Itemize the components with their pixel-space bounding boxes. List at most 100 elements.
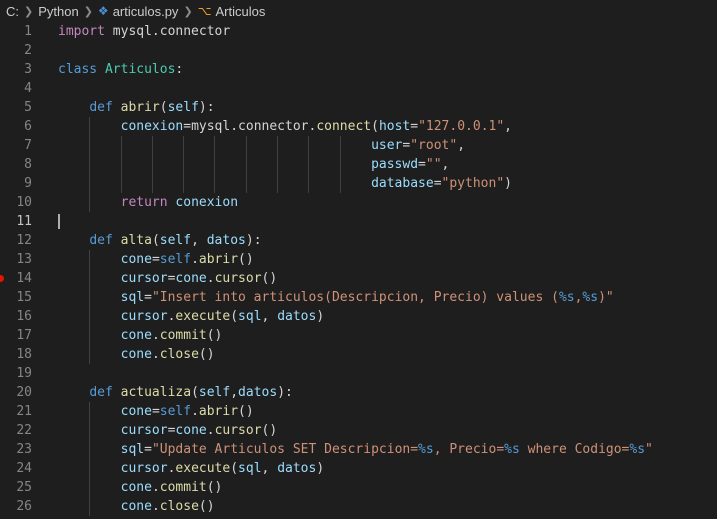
code-line[interactable]: 23 sql="Update Articulos SET Descripcion…	[0, 440, 717, 459]
line-number[interactable]: 22	[0, 421, 32, 440]
code-token: sql	[120, 442, 145, 457]
code-token: =	[433, 176, 442, 191]
code-line[interactable]: 21 cone=self.abrir()	[0, 402, 717, 421]
line-number[interactable]: 4	[0, 79, 32, 98]
code-token: ()	[238, 252, 254, 267]
line-number[interactable]: 2	[0, 41, 32, 60]
line-number[interactable]: 10	[0, 193, 32, 212]
code-line[interactable]: 18 cone.close()	[0, 345, 717, 364]
line-number[interactable]: 12	[0, 231, 32, 250]
code-line[interactable]: 12 def alta(self, datos):	[0, 231, 717, 250]
code-line[interactable]: 5 def abrir(self):	[0, 98, 717, 117]
code-token: cone	[175, 271, 207, 286]
line-number[interactable]: 8	[0, 155, 32, 174]
code-token: def	[89, 385, 113, 400]
line-number[interactable]: 19	[0, 364, 32, 383]
code-line[interactable]: 22 cursor=cone.cursor()	[0, 421, 717, 440]
line-number[interactable]: 6	[0, 117, 32, 136]
code-token: ()	[238, 404, 254, 419]
code-line[interactable]: 8 passwd="",	[0, 155, 717, 174]
line-number[interactable]: 16	[0, 307, 32, 326]
code-line[interactable]: 1 import mysql.connector	[0, 22, 717, 41]
code-token: where Codigo=	[519, 442, 630, 457]
code-token: "127.0.0.1"	[418, 119, 505, 134]
code-token: actualiza	[120, 385, 192, 400]
code-token: self	[159, 404, 192, 419]
code-line[interactable]: 20 def actualiza(self,datos):	[0, 383, 717, 402]
code-token: .	[191, 404, 199, 419]
code-line[interactable]: 7 user="root",	[0, 136, 717, 155]
code-line[interactable]: 2	[0, 41, 717, 60]
code-line[interactable]: 6 conexion=mysql.connector.connect(host=…	[0, 117, 717, 136]
line-number[interactable]: 23	[0, 440, 32, 459]
code-line[interactable]: 16 cursor.execute(sql, datos)	[0, 307, 717, 326]
line-number[interactable]: 13	[0, 250, 32, 269]
code-token: execute	[175, 461, 231, 476]
code-token: ,	[457, 138, 466, 153]
code-token: ()	[198, 499, 215, 514]
code-token: %s	[418, 442, 434, 457]
line-number[interactable]: 17	[0, 326, 32, 345]
line-number[interactable]: 20	[0, 383, 32, 402]
line-number[interactable]: 24	[0, 459, 32, 478]
code-token: class	[58, 62, 98, 77]
code-token: =	[151, 252, 160, 267]
code-token: cone	[120, 328, 152, 343]
code-token: "root"	[410, 138, 458, 153]
code-token: =	[144, 442, 152, 457]
code-text: cursor.execute(sql, datos)	[58, 307, 325, 326]
line-number[interactable]: 15	[0, 288, 32, 307]
code-token: sql	[120, 290, 145, 305]
code-text: cone=self.abrir()	[58, 402, 254, 421]
line-number[interactable]: 11	[0, 212, 32, 231]
code-token: commit	[159, 328, 207, 343]
breadcrumb-folder[interactable]: Python	[38, 4, 78, 19]
line-number[interactable]: 14	[0, 269, 32, 288]
line-number[interactable]: 9	[0, 174, 32, 193]
code-text: cursor.execute(sql, datos)	[58, 459, 325, 478]
line-number[interactable]: 3	[0, 60, 32, 79]
code-token: alta	[120, 233, 152, 248]
code-text: conexion=mysql.connector.connect(host="1…	[58, 117, 512, 136]
line-number[interactable]: 5	[0, 98, 32, 117]
code-token: "Insert into articulos(Descripcion, Prec…	[151, 290, 559, 305]
code-line[interactable]: 26 cone.close()	[0, 497, 717, 516]
line-number[interactable]: 7	[0, 136, 32, 155]
code-token: datos	[277, 309, 317, 324]
line-number[interactable]: 26	[0, 497, 32, 516]
code-line[interactable]: 9 database="python")	[0, 174, 717, 193]
code-line[interactable]: 25 cone.commit()	[0, 478, 717, 497]
code-line[interactable]: 14 cursor=cone.cursor()	[0, 269, 717, 288]
code-line[interactable]: 19	[0, 364, 717, 383]
code-line[interactable]: 17 cone.commit()	[0, 326, 717, 345]
code-line[interactable]: 3 class Articulos:	[0, 60, 717, 79]
code-token: ,	[441, 157, 450, 172]
line-number[interactable]: 21	[0, 402, 32, 421]
code-editor[interactable]: 1 import mysql.connector 2 3 class Articulos…	[0, 22, 717, 516]
line-number[interactable]: 25	[0, 478, 32, 497]
code-line[interactable]: 10 return conexion	[0, 193, 717, 212]
line-number[interactable]: 18	[0, 345, 32, 364]
code-line[interactable]: 15 sql="Insert into articulos(Descripcio…	[0, 288, 717, 307]
code-token: conexion	[120, 119, 184, 134]
code-line[interactable]: 24 cursor.execute(sql, datos)	[0, 459, 717, 478]
code-token: .	[151, 328, 160, 343]
code-line[interactable]: 11	[0, 212, 717, 231]
breadcrumb-symbol[interactable]: Articulos	[215, 4, 265, 19]
breadcrumb-file[interactable]: articulos.py	[113, 4, 179, 19]
code-token: ()	[206, 328, 223, 343]
line-number[interactable]: 1	[0, 22, 32, 41]
code-text: cone.commit()	[58, 478, 223, 497]
code-token: cursor	[214, 271, 262, 286]
code-line[interactable]: 4	[0, 79, 717, 98]
breadcrumb-drive[interactable]: C:	[6, 4, 19, 19]
code-line[interactable]: 13 cone=self.abrir()	[0, 250, 717, 269]
